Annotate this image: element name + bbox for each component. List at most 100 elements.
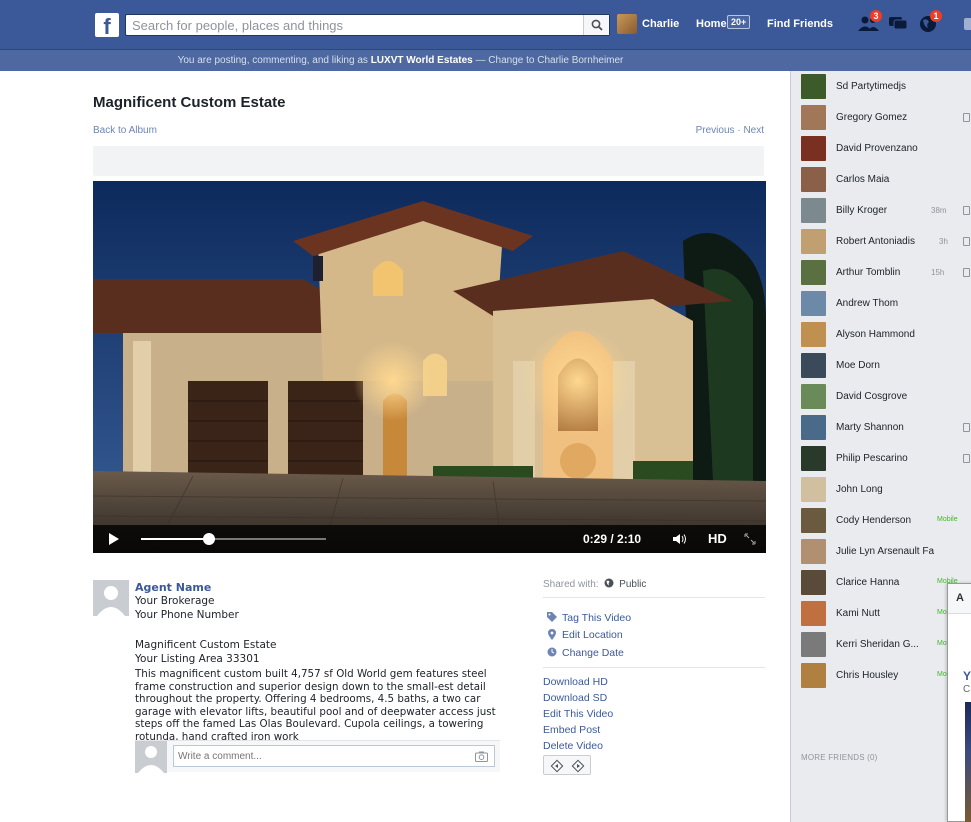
chat-friend-avatar xyxy=(801,477,826,502)
tag-icon xyxy=(547,612,557,622)
chat-friend-row[interactable]: Julie Lyn Arsenault Fa xyxy=(791,536,971,567)
video-controls: 0:29 / 2:10 HD xyxy=(93,525,766,553)
audience-selector[interactable]: Public xyxy=(619,579,646,590)
chat-friend-row[interactable]: Clarice Hanna Mobile xyxy=(791,567,971,598)
privacy-lock-icon[interactable] xyxy=(964,18,971,30)
video-player[interactable]: 0:29 / 2:10 HD xyxy=(93,181,766,553)
fullscreen-icon[interactable] xyxy=(744,533,756,545)
shared-with: Shared with: Public xyxy=(543,578,646,590)
prev-next-nav: Previous · Next xyxy=(696,125,764,136)
change-identity-link[interactable]: — Change to Charlie Bornheimer xyxy=(476,55,624,66)
seek-handle[interactable] xyxy=(203,533,216,545)
rotate-controls xyxy=(543,755,591,775)
chat-friend-row[interactable]: Billy Kroger 38m xyxy=(791,195,971,226)
download-hd-link[interactable]: Download HD xyxy=(543,676,608,688)
chat-friend-row[interactable]: Andrew Thom xyxy=(791,288,971,319)
chat-friend-row[interactable]: Sd Partytimedjs xyxy=(791,71,971,102)
nav-separator: · xyxy=(737,125,741,136)
chat-friend-row[interactable]: Philip Pescarino xyxy=(791,443,971,474)
search-box xyxy=(125,14,610,36)
user-avatar[interactable] xyxy=(617,14,637,34)
rotate-left-icon xyxy=(550,759,564,773)
chat-friend-row[interactable]: Marty Shannon xyxy=(791,412,971,443)
chat-friend-row[interactable]: Arthur Tomblin 15h xyxy=(791,257,971,288)
play-icon[interactable] xyxy=(109,533,119,545)
chat-friend-avatar xyxy=(801,229,826,254)
chat-friend-row[interactable]: David Provenzano xyxy=(791,133,971,164)
chat-friend-row[interactable]: Kami NuttMobile xyxy=(791,598,971,629)
more-friends-link[interactable]: MORE FRIENDS (0) xyxy=(801,753,878,762)
desktop-status-icon xyxy=(963,454,970,463)
hd-toggle[interactable]: HD xyxy=(708,531,727,546)
friend-requests-count: 3 xyxy=(870,10,882,22)
download-sd-link[interactable]: Download SD xyxy=(543,692,607,704)
chat-friend-avatar xyxy=(801,105,826,130)
chat-friend-avatar xyxy=(801,446,826,471)
photo-viewer: Magnificent Custom Estate Back to Album … xyxy=(0,71,790,822)
chat-friend-avatar xyxy=(801,632,826,657)
chat-friend-avatar xyxy=(801,384,826,409)
search-input[interactable] xyxy=(126,15,581,35)
chat-friend-row[interactable]: Chris HousleyMobile xyxy=(791,660,971,691)
delete-video-link[interactable]: Delete Video xyxy=(543,740,603,752)
profile-link[interactable]: Charlie xyxy=(642,18,679,30)
desktop-status-icon xyxy=(963,237,970,246)
chat-friend-name: Cody Henderson xyxy=(836,515,912,526)
rotate-right-button[interactable] xyxy=(571,759,585,773)
edit-location-link[interactable]: Edit Location xyxy=(562,629,623,641)
agent-brokerage: Your Brokerage xyxy=(135,595,215,607)
time-readout: 0:29 / 2:10 xyxy=(583,532,641,546)
chat-popup-thumbnail[interactable] xyxy=(965,702,971,822)
chat-popup-subtitle: C xyxy=(963,684,971,695)
divider xyxy=(543,667,765,668)
camera-icon[interactable] xyxy=(475,751,488,762)
chat-friend-name: David Cosgrove xyxy=(836,391,908,402)
posting-as-bar: You are posting, commenting, and liking … xyxy=(0,50,971,71)
chat-popup-title: Y xyxy=(963,669,971,683)
edit-video-link[interactable]: Edit This Video xyxy=(543,708,613,720)
tag-video-link[interactable]: Tag This Video xyxy=(562,612,631,624)
chat-friend-row[interactable]: Moe Dorn xyxy=(791,350,971,381)
notifications-jewel[interactable]: 1 xyxy=(918,10,942,36)
find-friends-link[interactable]: Find Friends xyxy=(767,18,833,30)
posting-as-prefix: You are posting, commenting, and liking … xyxy=(177,55,368,66)
globe-icon xyxy=(604,578,614,588)
friend-requests-jewel[interactable]: 3 xyxy=(858,10,882,36)
chat-friend-row[interactable]: Carlos Maia xyxy=(791,164,971,195)
chat-friend-avatar xyxy=(801,353,826,378)
agent-phone: Your Phone Number xyxy=(135,609,239,621)
rotate-left-button[interactable] xyxy=(550,759,564,773)
chat-friend-avatar xyxy=(801,663,826,688)
chat-popup-window[interactable]: A Y C xyxy=(947,583,971,822)
comment-input-box xyxy=(173,745,495,767)
next-link[interactable]: Next xyxy=(743,125,764,136)
chat-friend-row[interactable]: Kerri Sheridan G...Mobile xyxy=(791,629,971,660)
chat-friend-row[interactable]: Gregory Gomez xyxy=(791,102,971,133)
change-date-link[interactable]: Change Date xyxy=(562,647,624,659)
desktop-status-icon xyxy=(963,423,970,432)
chat-friend-row[interactable]: John Long xyxy=(791,474,971,505)
page-title: Magnificent Custom Estate xyxy=(93,94,286,111)
chat-popup-header[interactable]: A xyxy=(948,584,971,614)
agent-avatar[interactable] xyxy=(93,580,129,616)
chat-friend-row[interactable]: Robert Antoniadis 3h xyxy=(791,226,971,257)
listing-area: Your Listing Area 33301 xyxy=(135,653,260,665)
volume-icon[interactable] xyxy=(673,533,689,545)
current-time: 0:29 xyxy=(583,532,608,546)
messages-jewel[interactable] xyxy=(888,14,910,36)
seek-bar[interactable] xyxy=(141,533,326,545)
desktop-status-icon xyxy=(963,268,970,277)
home-link[interactable]: Home xyxy=(696,18,727,30)
comment-input[interactable] xyxy=(174,746,469,766)
chat-friend-row[interactable]: David Cosgrove xyxy=(791,381,971,412)
search-button[interactable] xyxy=(583,15,609,35)
embed-post-link[interactable]: Embed Post xyxy=(543,724,600,736)
chat-friend-row[interactable]: Cody Henderson Mobile xyxy=(791,505,971,536)
back-to-album-link[interactable]: Back to Album xyxy=(93,125,157,136)
default-avatar-icon xyxy=(97,586,125,616)
chat-friend-row[interactable]: Alyson Hammond xyxy=(791,319,971,350)
agent-name-link[interactable]: Agent Name xyxy=(135,581,211,594)
facebook-logo-icon[interactable]: f xyxy=(95,13,119,37)
previous-link[interactable]: Previous xyxy=(696,125,735,136)
clock-icon xyxy=(547,647,557,657)
